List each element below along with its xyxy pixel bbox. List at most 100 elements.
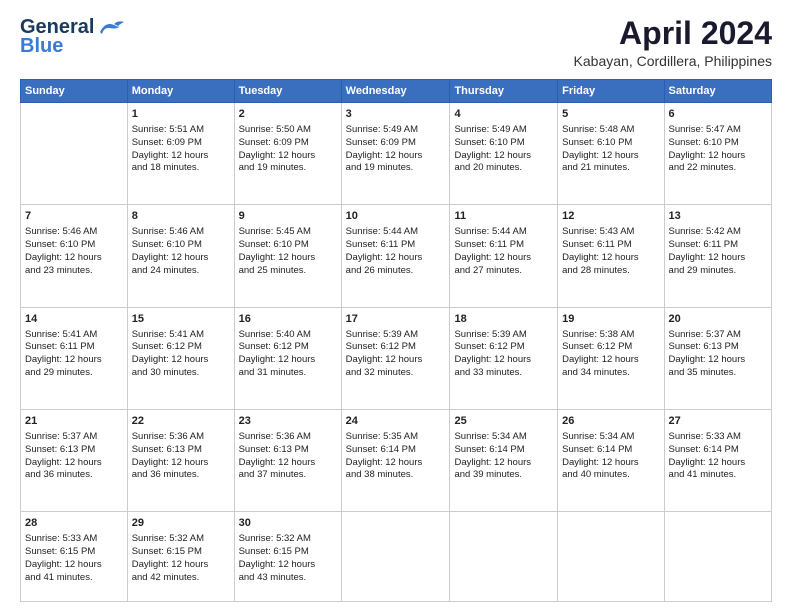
day-number: 9 (239, 209, 337, 224)
cell-content-line: Daylight: 12 hours (454, 150, 553, 163)
cell-content-line: Sunset: 6:13 PM (132, 444, 230, 457)
day-number: 18 (454, 312, 553, 327)
day-number: 19 (562, 312, 659, 327)
title-area: April 2024 Kabayan, Cordillera, Philippi… (574, 16, 772, 69)
cell-content-line: Sunset: 6:11 PM (346, 239, 446, 252)
logo-blue: Blue (20, 35, 63, 58)
cell-content-line: Sunset: 6:10 PM (239, 239, 337, 252)
cell-content-line: Daylight: 12 hours (239, 150, 337, 163)
cell-content-line: Sunset: 6:14 PM (346, 444, 446, 457)
cell-content-line: Daylight: 12 hours (669, 150, 767, 163)
cell-content-line: and 29 minutes. (25, 367, 123, 380)
day-number: 24 (346, 414, 446, 429)
calendar-cell: 23Sunrise: 5:36 AMSunset: 6:13 PMDayligh… (234, 410, 341, 512)
calendar-cell: 13Sunrise: 5:42 AMSunset: 6:11 PMDayligh… (664, 205, 771, 307)
cell-content-line: Sunset: 6:12 PM (239, 341, 337, 354)
cell-content-line: Sunrise: 5:48 AM (562, 124, 659, 137)
calendar-cell: 10Sunrise: 5:44 AMSunset: 6:11 PMDayligh… (341, 205, 450, 307)
cell-content-line: Daylight: 12 hours (346, 354, 446, 367)
calendar-cell: 12Sunrise: 5:43 AMSunset: 6:11 PMDayligh… (558, 205, 664, 307)
calendar-cell: 17Sunrise: 5:39 AMSunset: 6:12 PMDayligh… (341, 307, 450, 409)
calendar-cell: 20Sunrise: 5:37 AMSunset: 6:13 PMDayligh… (664, 307, 771, 409)
cell-content-line: Sunrise: 5:46 AM (132, 226, 230, 239)
day-number: 17 (346, 312, 446, 327)
cell-content-line: Daylight: 12 hours (132, 354, 230, 367)
day-number: 11 (454, 209, 553, 224)
cell-content-line: Sunset: 6:13 PM (239, 444, 337, 457)
calendar-cell: 29Sunrise: 5:32 AMSunset: 6:15 PMDayligh… (127, 512, 234, 602)
cell-content-line: Sunrise: 5:34 AM (454, 431, 553, 444)
calendar-cell (450, 512, 558, 602)
cell-content-line: Daylight: 12 hours (25, 457, 123, 470)
cell-content-line: Sunset: 6:12 PM (346, 341, 446, 354)
calendar-cell: 18Sunrise: 5:39 AMSunset: 6:12 PMDayligh… (450, 307, 558, 409)
cell-content-line: and 31 minutes. (239, 367, 337, 380)
calendar-cell: 19Sunrise: 5:38 AMSunset: 6:12 PMDayligh… (558, 307, 664, 409)
cell-content-line: Daylight: 12 hours (562, 354, 659, 367)
cell-content-line: Daylight: 12 hours (132, 150, 230, 163)
cell-content-line: and 35 minutes. (669, 367, 767, 380)
calendar-cell (664, 512, 771, 602)
day-number: 20 (669, 312, 767, 327)
cell-content-line: and 36 minutes. (25, 469, 123, 482)
logo-bird-icon (96, 18, 124, 36)
header-tuesday: Tuesday (234, 80, 341, 103)
cell-content-line: Sunset: 6:15 PM (25, 546, 123, 559)
day-number: 15 (132, 312, 230, 327)
calendar-cell: 28Sunrise: 5:33 AMSunset: 6:15 PMDayligh… (21, 512, 128, 602)
cell-content-line: Sunset: 6:10 PM (25, 239, 123, 252)
header-saturday: Saturday (664, 80, 771, 103)
cell-content-line: and 18 minutes. (132, 162, 230, 175)
cell-content-line: Sunset: 6:10 PM (132, 239, 230, 252)
cell-content-line: Sunset: 6:13 PM (669, 341, 767, 354)
header-monday: Monday (127, 80, 234, 103)
cell-content-line: Sunrise: 5:50 AM (239, 124, 337, 137)
cell-content-line: Daylight: 12 hours (239, 252, 337, 265)
day-number: 30 (239, 516, 337, 531)
cell-content-line: and 27 minutes. (454, 265, 553, 278)
day-number: 1 (132, 107, 230, 122)
cell-content-line: Daylight: 12 hours (454, 354, 553, 367)
page: General Blue April 2024 Kabayan, Cordill… (0, 0, 792, 612)
calendar-cell: 15Sunrise: 5:41 AMSunset: 6:12 PMDayligh… (127, 307, 234, 409)
cell-content-line: Sunrise: 5:47 AM (669, 124, 767, 137)
cell-content-line: Daylight: 12 hours (346, 252, 446, 265)
cell-content-line: Daylight: 12 hours (132, 252, 230, 265)
cell-content-line: and 34 minutes. (562, 367, 659, 380)
calendar-cell: 14Sunrise: 5:41 AMSunset: 6:11 PMDayligh… (21, 307, 128, 409)
cell-content-line: and 25 minutes. (239, 265, 337, 278)
weekday-header-row: Sunday Monday Tuesday Wednesday Thursday… (21, 80, 772, 103)
cell-content-line: Sunrise: 5:49 AM (454, 124, 553, 137)
cell-content-line: Sunrise: 5:46 AM (25, 226, 123, 239)
day-number: 22 (132, 414, 230, 429)
cell-content-line: Sunrise: 5:44 AM (346, 226, 446, 239)
cell-content-line: and 26 minutes. (346, 265, 446, 278)
cell-content-line: Sunrise: 5:38 AM (562, 329, 659, 342)
calendar-cell (558, 512, 664, 602)
calendar-cell: 11Sunrise: 5:44 AMSunset: 6:11 PMDayligh… (450, 205, 558, 307)
cell-content-line: Sunset: 6:15 PM (132, 546, 230, 559)
calendar-cell: 4Sunrise: 5:49 AMSunset: 6:10 PMDaylight… (450, 103, 558, 205)
cell-content-line: Sunrise: 5:45 AM (239, 226, 337, 239)
cell-content-line: Daylight: 12 hours (562, 457, 659, 470)
cell-content-line: and 24 minutes. (132, 265, 230, 278)
cell-content-line: and 37 minutes. (239, 469, 337, 482)
cell-content-line: Daylight: 12 hours (25, 559, 123, 572)
cell-content-line: Sunrise: 5:37 AM (669, 329, 767, 342)
cell-content-line: Sunrise: 5:43 AM (562, 226, 659, 239)
cell-content-line: and 30 minutes. (132, 367, 230, 380)
cell-content-line: and 20 minutes. (454, 162, 553, 175)
cell-content-line: Sunset: 6:09 PM (346, 137, 446, 150)
cell-content-line: Daylight: 12 hours (239, 354, 337, 367)
header-friday: Friday (558, 80, 664, 103)
cell-content-line: and 41 minutes. (669, 469, 767, 482)
cell-content-line: and 32 minutes. (346, 367, 446, 380)
day-number: 6 (669, 107, 767, 122)
cell-content-line: Sunrise: 5:36 AM (132, 431, 230, 444)
month-title: April 2024 (574, 16, 772, 51)
cell-content-line: Daylight: 12 hours (25, 252, 123, 265)
cell-content-line: and 43 minutes. (239, 572, 337, 585)
calendar-cell: 5Sunrise: 5:48 AMSunset: 6:10 PMDaylight… (558, 103, 664, 205)
calendar-cell: 16Sunrise: 5:40 AMSunset: 6:12 PMDayligh… (234, 307, 341, 409)
cell-content-line: and 19 minutes. (239, 162, 337, 175)
